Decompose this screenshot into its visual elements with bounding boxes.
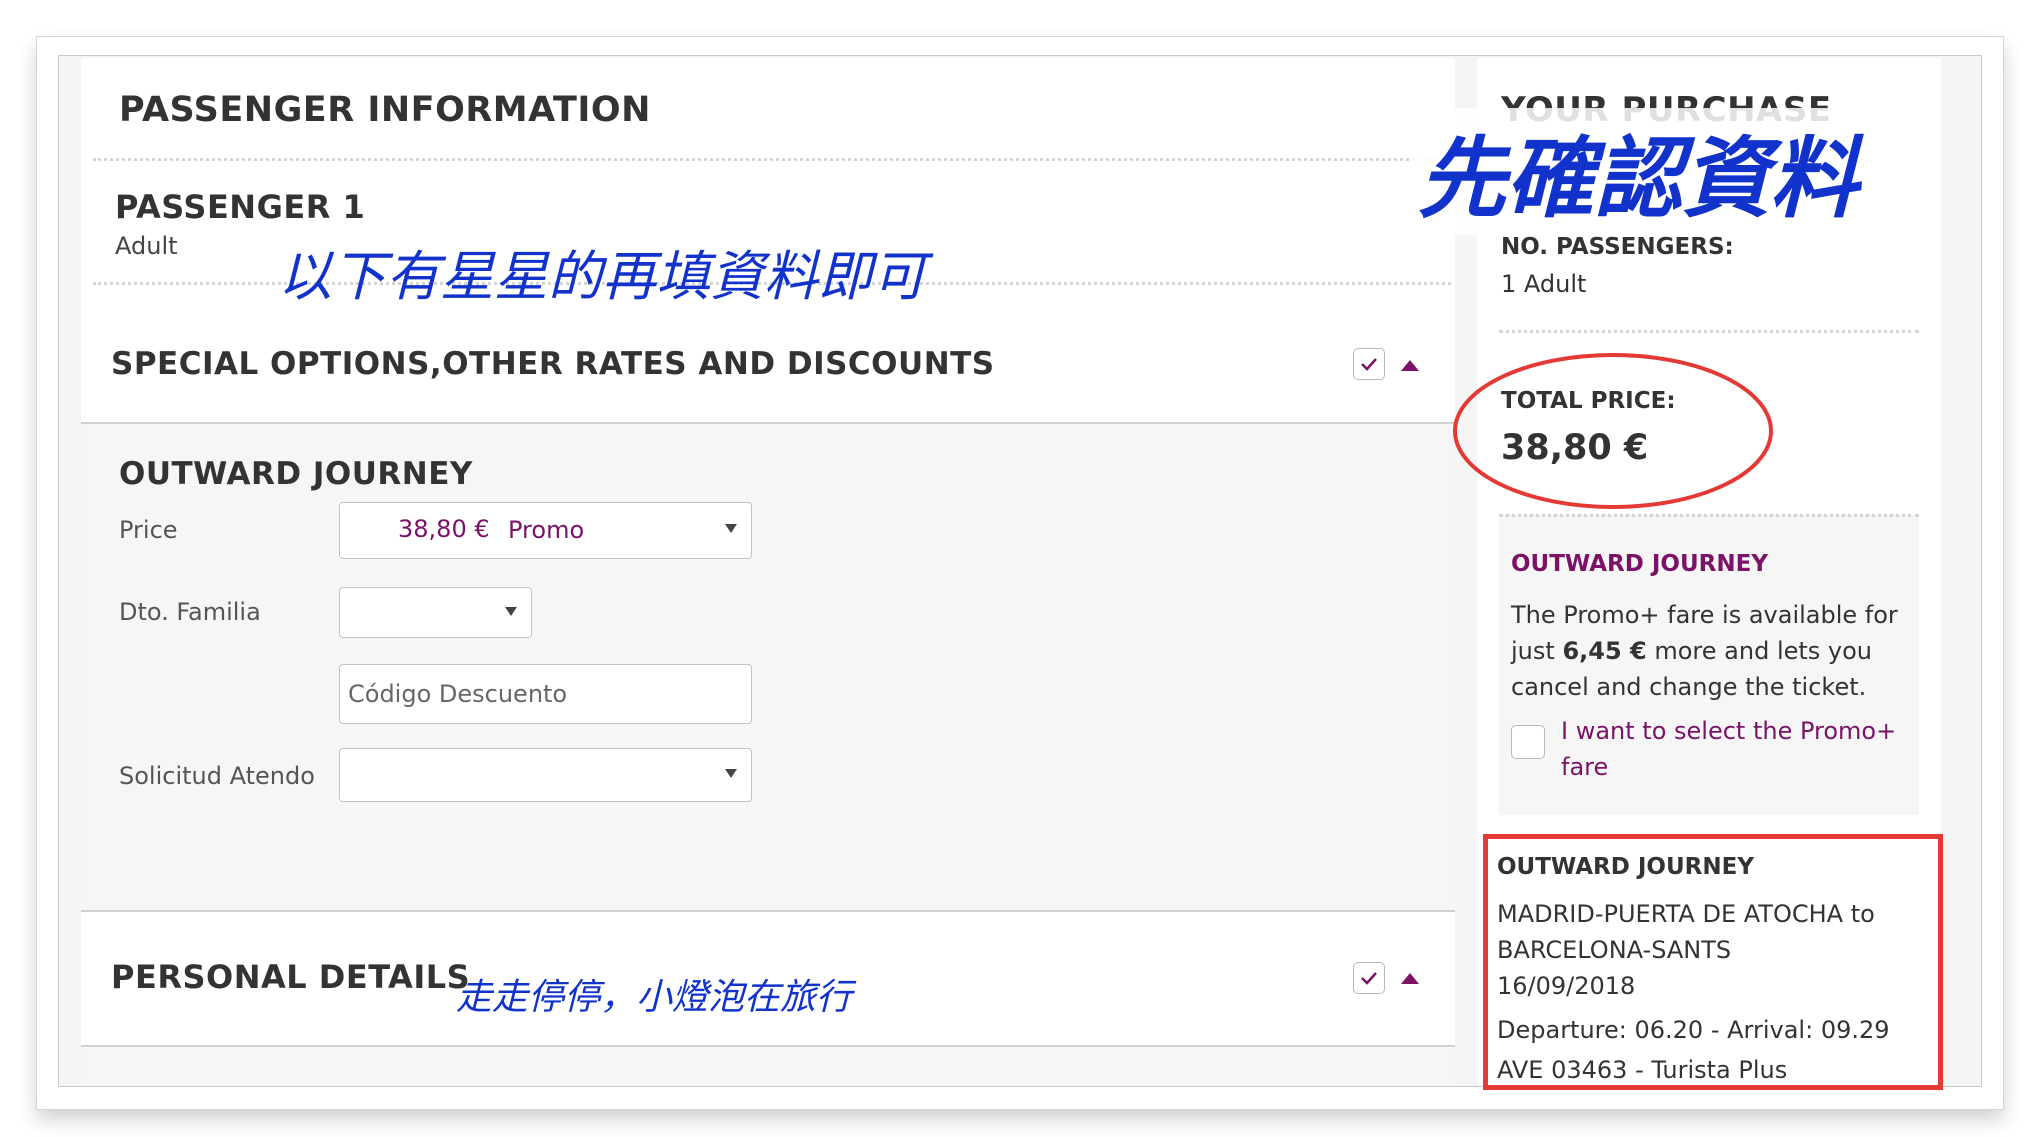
upsell-line-2: just 6,45 € more and lets you — [1511, 633, 1915, 669]
chevron-down-icon — [505, 607, 517, 616]
annotation-confirm-data: 先確認資料 — [1412, 108, 1865, 235]
divider — [1499, 330, 1919, 333]
checkmark-icon — [1361, 972, 1377, 985]
codigo-descuento-placeholder: Código Descuento — [348, 680, 568, 708]
upsell-line-3: cancel and change the ticket. — [1511, 673, 1867, 701]
journey-highlight-box — [1483, 834, 1943, 1090]
passengers-label: NO. PASSENGERS: — [1501, 234, 1734, 260]
familia-select[interactable] — [339, 587, 532, 638]
collapse-arrow-icon[interactable] — [1401, 360, 1419, 371]
promo-plus-checkbox[interactable] — [1511, 725, 1545, 759]
promo-plus-label-line-2: fare — [1561, 753, 1609, 781]
total-price-highlight-circle — [1453, 353, 1773, 509]
special-options-title[interactable]: SPECIAL OPTIONS,OTHER RATES AND DISCOUNT… — [111, 346, 995, 382]
price-label: Price — [119, 516, 178, 544]
checkmark-icon — [1361, 358, 1377, 371]
personal-details-title[interactable]: PERSONAL DETAILS — [111, 958, 470, 996]
upsell-title: OUTWARD JOURNEY — [1511, 551, 1768, 577]
next-section-stub — [81, 1047, 1455, 1086]
passengers-value: 1 Adult — [1501, 270, 1587, 298]
upsell-description: The Promo+ fare is available for just 6,… — [1511, 597, 1915, 705]
upsell-extra-price: 6,45 € — [1562, 637, 1647, 665]
solicitud-select[interactable] — [339, 748, 752, 802]
divider — [93, 158, 1451, 161]
personal-details-toggle[interactable] — [1353, 962, 1385, 994]
upsell-line-1: The Promo+ fare is available for — [1511, 601, 1898, 629]
passenger-form-panel: PASSENGER INFORMATION PASSENGER 1 Adult … — [81, 58, 1455, 1086]
familia-label: Dto. Familia — [119, 598, 261, 626]
upsell-line-2-pre: just — [1511, 637, 1555, 665]
chevron-down-icon — [725, 524, 737, 533]
outward-journey-form-title: OUTWARD JOURNEY — [119, 456, 473, 492]
annotation-fill-starred: 以下有星星的再填資料即可 — [278, 245, 926, 308]
passenger-1-title: PASSENGER 1 — [115, 188, 366, 226]
price-amount: 38,80 € — [398, 515, 490, 543]
upsell-line-2-post: more and lets you — [1654, 637, 1873, 665]
promo-upsell-box: OUTWARD JOURNEY The Promo+ fare is avail… — [1499, 514, 1919, 815]
price-fare: Promo — [508, 516, 585, 544]
special-options-toggle[interactable] — [1353, 348, 1385, 380]
annotation-watermark: 走走停停，小燈泡在旅行 — [456, 977, 853, 1018]
divider — [81, 910, 1455, 912]
price-select[interactable]: 38,80 € Promo — [339, 502, 752, 559]
passenger-type: Adult — [115, 232, 178, 260]
promo-plus-label-line-1: I want to select the Promo+ — [1561, 717, 1897, 745]
chevron-down-icon — [725, 769, 737, 778]
codigo-descuento-input[interactable]: Código Descuento — [339, 664, 752, 724]
solicitud-label: Solicitud Atendo — [119, 762, 315, 790]
promo-plus-checkbox-label[interactable]: I want to select the Promo+ fare — [1561, 713, 1896, 785]
passenger-information-title: PASSENGER INFORMATION — [119, 90, 651, 130]
outward-journey-form — [81, 424, 1455, 910]
collapse-arrow-icon[interactable] — [1401, 973, 1419, 984]
